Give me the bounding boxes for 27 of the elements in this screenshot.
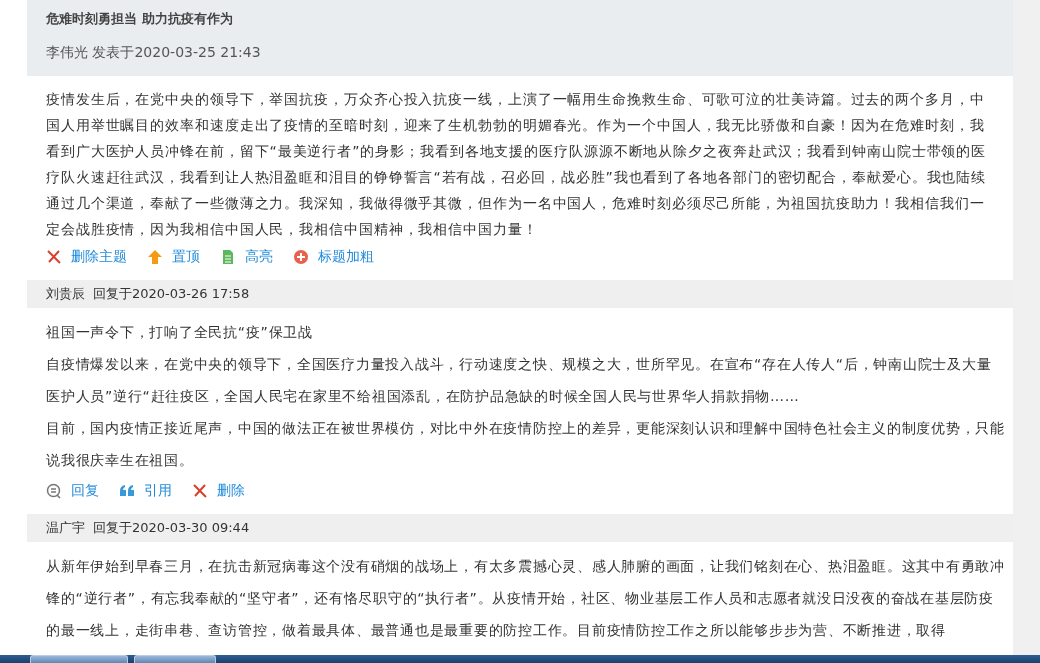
cross-icon xyxy=(46,249,62,265)
action-link[interactable]: 删除 xyxy=(217,482,245,500)
action-link[interactable]: 回复 xyxy=(71,482,99,500)
action-link[interactable]: 标题加粗 xyxy=(318,248,374,266)
document-icon xyxy=(220,249,236,265)
taskbar-button[interactable] xyxy=(134,655,216,663)
thread-title: 危难时刻勇担当 助力抗疫有作为 xyxy=(46,10,234,28)
reply-time: 回复于2020-03-30 09:44 xyxy=(93,519,250,537)
up-arrow-icon xyxy=(147,249,163,265)
reply-text: 自疫情爆发以来，在党中央的领导下，全国医疗力量投入战斗，行动速度之快、规模之大，世所罕见。在宣布“存在人传人“后，钟南山院士及大量医护人员”逆行“赶往疫区，全国人民宅在家里不给祖国添乱，在防护品急缺的时候全国人民与世界华人捐款捐物…… xyxy=(46,355,993,406)
reply-author: 温广宇 xyxy=(46,519,85,537)
reply-time: 回复于2020-03-26 17:58 xyxy=(93,285,250,303)
reply-text: 祖国一声令下，打响了全民抗“疫”保卫战 xyxy=(46,323,314,342)
reply-text: 目前，国内疫情正接近尾声，中国的做法正在被世界模仿，对比中外在疫情防控上的差异，更能深刻认识和理解中国特色社会主义的制度优势，只能说我很庆幸生在祖国。 xyxy=(46,419,1005,470)
reply-text: 从新年伊始到早春三月，在抗击新冠病毒这个没有硝烟的战场上，有太多震撼心灵、感人肺腑的画面，让我们铭刻在心、热泪盈眶。这其中有勇敢冲锋的“逆行者”，有忘我奉献的“坚守者”，还有恪尽职守的“执行者”。从疫情开始，社区、物业基层工作人员和志愿者就没日没夜的奋战在基层防疫的最一线上，走街串巷、查访管控，做着最具体、最普通也是最重要的防控工作。目前疫情防控工作之所以能够步步为营、不断推进，取得 xyxy=(46,557,1005,640)
action-link[interactable]: 引用 xyxy=(144,482,172,500)
post-text: 疫情发生后，在党中央的领导下，举国抗疫，万众齐心投入抗疫一线，上演了一幅用生命挽救生命、可歌可泣的壮美诗篇。过去的两个多月，中国人用举世瞩目的效率和速度走出了疫情的至暗时刻，迎来了生机勃勃的明媚春光。作为一个中国人，我无比骄傲和自豪！因为在危难时刻，我看到广大医护人员冲锋在前，留下“最美逆行者”的身影；我看到各地支援的医疗队源源不断地从除夕之夜奔赴武汉；我看到钟南山院士带领的医疗队火速赶往武汉，我看到让人热泪盈眶和泪目的铮铮誓言“若有战，召必回，战必胜”我也看到了各地各部门的密切配合，奉献爱心。我也陆续通过几个渠道，奉献了一些微薄之力。我深知，我做得微乎其微，但作为一名中国人，危难时刻必须尽己所能，为祖国抗疫助力！我相信我们一定会战胜疫情，因为我相信中国人民，我相信中国精神，我相信中国力量！ xyxy=(46,90,988,239)
chat-bubble-icon xyxy=(46,483,62,499)
plus-circle-icon xyxy=(293,249,309,265)
reply-author: 刘贵辰 xyxy=(46,285,85,303)
thread-byline: 李伟光 发表于2020-03-25 21:43 xyxy=(46,44,261,62)
action-link[interactable]: 删除主题 xyxy=(71,248,127,266)
cross-icon xyxy=(192,483,208,499)
action-link[interactable]: 置顶 xyxy=(172,248,200,266)
quote-icon xyxy=(119,483,135,499)
action-link[interactable]: 高亮 xyxy=(245,248,273,266)
taskbar-button[interactable] xyxy=(30,655,128,663)
